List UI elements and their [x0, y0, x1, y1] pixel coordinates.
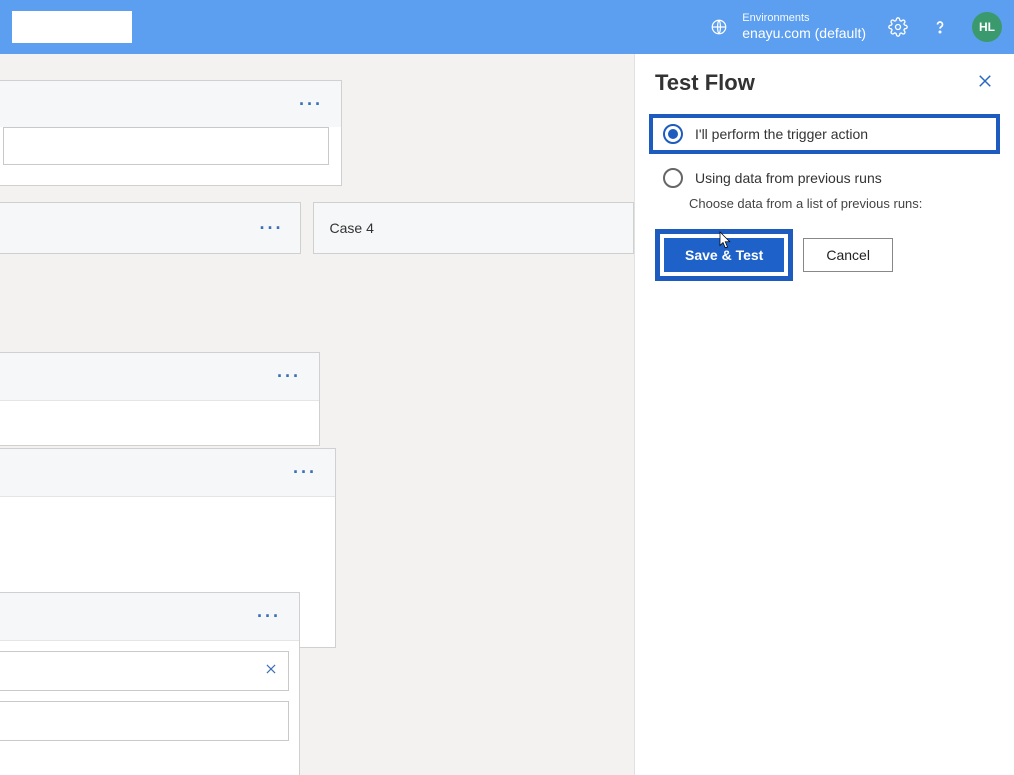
case-box[interactable]: ···	[0, 202, 301, 254]
radio-option-perform[interactable]: I'll perform the trigger action	[649, 114, 1000, 154]
environment-switcher[interactable]: Environments enayu.com (default)	[710, 12, 866, 42]
card-header: ···	[0, 449, 335, 497]
settings-icon[interactable]	[888, 17, 908, 37]
save-and-test-button[interactable]: Save & Test	[664, 238, 784, 272]
card-field[interactable]	[3, 127, 329, 165]
card-header: ···	[0, 81, 341, 127]
avatar-initials: HL	[979, 20, 995, 34]
more-icon[interactable]: ···	[257, 606, 281, 627]
radio-icon	[663, 124, 683, 144]
case-4-label: Case 4	[330, 220, 374, 236]
panel-header: Test Flow	[655, 70, 994, 96]
radio-label: Using data from previous runs	[695, 170, 882, 186]
flow-canvas[interactable]: ··· ··· Case 4 ··· ··· ···	[0, 54, 634, 775]
environment-name: enayu.com (default)	[742, 25, 866, 42]
top-bar: Environments enayu.com (default) HL	[0, 0, 1014, 54]
radio-option-previous[interactable]: Using data from previous runs	[655, 162, 994, 194]
more-icon[interactable]: ···	[293, 462, 317, 483]
radio-label: I'll perform the trigger action	[695, 126, 868, 142]
test-flow-panel: Test Flow I'll perform the trigger actio…	[634, 54, 1014, 775]
avatar[interactable]: HL	[972, 12, 1002, 42]
flow-card[interactable]: ···	[0, 352, 320, 446]
close-icon[interactable]	[264, 662, 278, 681]
case-4-box[interactable]: Case 4	[313, 202, 635, 254]
card-field[interactable]	[0, 701, 289, 741]
close-icon[interactable]	[976, 72, 994, 95]
case-row: ··· Case 4	[0, 202, 634, 254]
previous-runs-help: Choose data from a list of previous runs…	[689, 196, 994, 211]
flow-card[interactable]: ···	[0, 592, 300, 775]
card-field[interactable]	[0, 651, 289, 691]
environments-label: Environments	[742, 12, 866, 25]
card-header: ···	[0, 353, 319, 401]
card-header: ···	[0, 593, 299, 641]
globe-icon	[710, 18, 728, 36]
panel-title: Test Flow	[655, 70, 755, 96]
search-input[interactable]	[12, 11, 132, 43]
topbar-left	[12, 11, 132, 43]
more-icon[interactable]: ···	[260, 218, 284, 239]
flow-card[interactable]: ···	[0, 80, 342, 186]
help-icon[interactable]	[930, 17, 950, 37]
more-icon[interactable]: ···	[299, 94, 323, 115]
topbar-right: Environments enayu.com (default) HL	[710, 12, 1002, 42]
more-icon[interactable]: ···	[277, 366, 301, 387]
radio-icon	[663, 168, 683, 188]
cancel-button[interactable]: Cancel	[803, 238, 893, 272]
save-highlight: Save & Test	[655, 229, 793, 281]
panel-buttons: Save & Test Cancel	[655, 229, 994, 281]
